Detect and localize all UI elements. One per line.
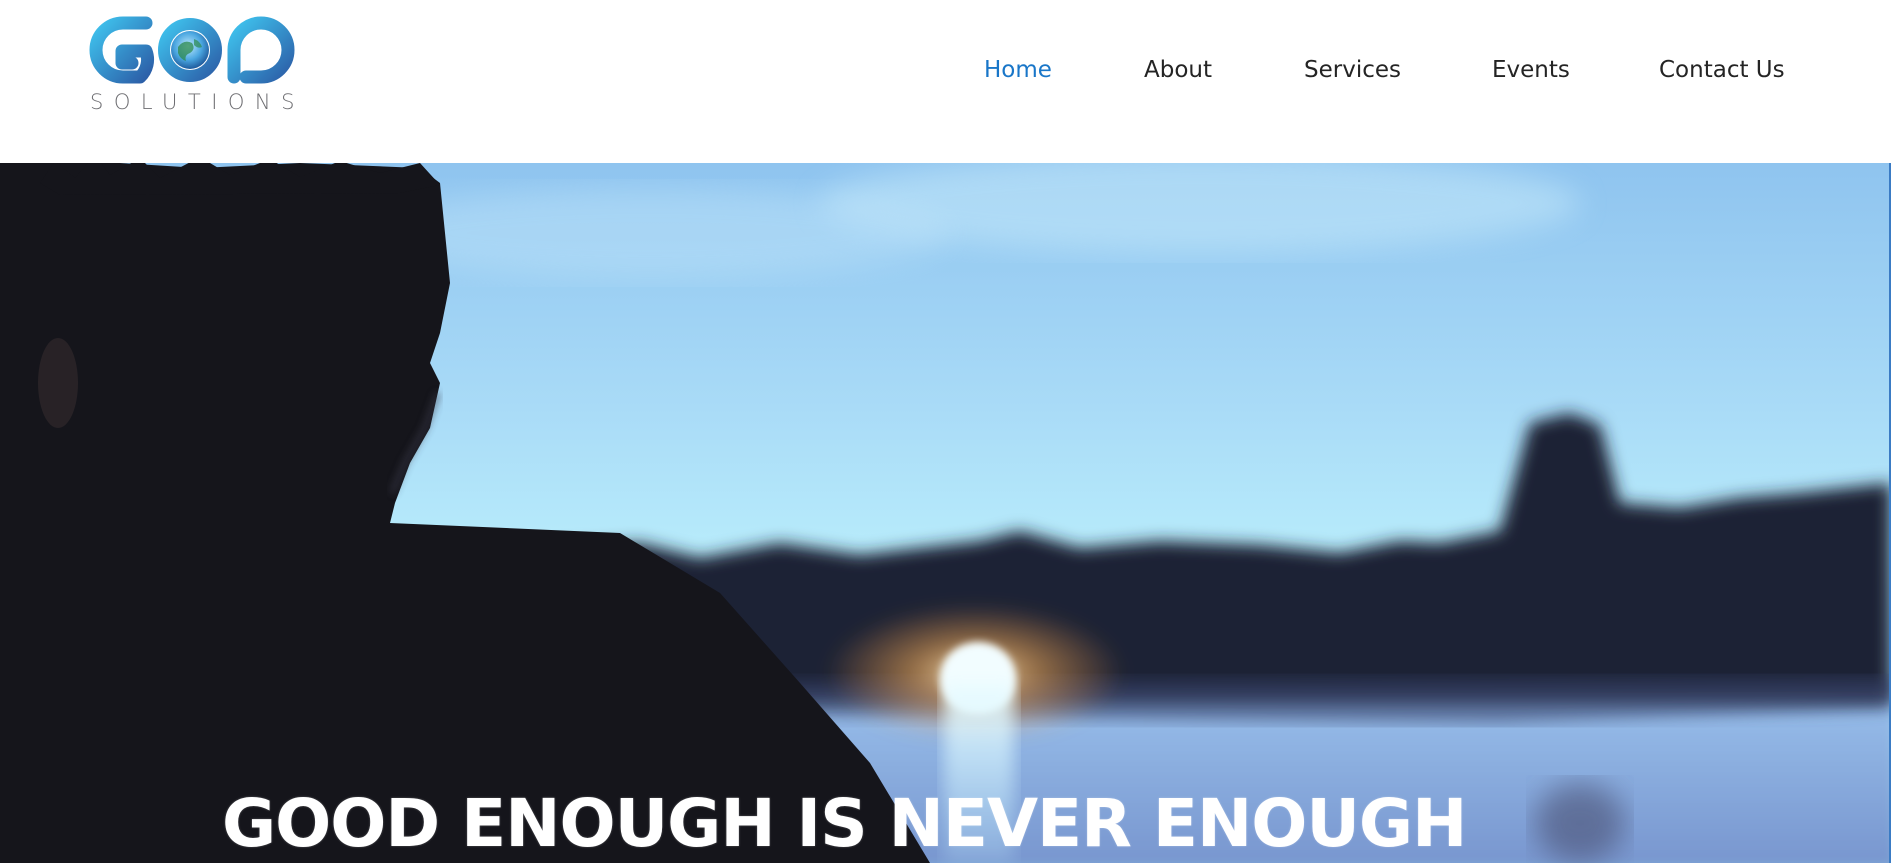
site-header: SOLUTIONS Home About Services Events Con… <box>0 0 1891 163</box>
nav-about[interactable]: About <box>1144 57 1212 83</box>
hero-banner: GOOD ENOUGH IS NEVER ENOUGH <box>0 163 1891 863</box>
nav-services[interactable]: Services <box>1304 57 1401 83</box>
nav-events[interactable]: Events <box>1492 57 1570 83</box>
nav-home[interactable]: Home <box>984 57 1052 83</box>
page: SOLUTIONS Home About Services Events Con… <box>0 0 1891 863</box>
hero-background-image <box>0 163 1891 863</box>
nav-contact-us[interactable]: Contact Us <box>1659 57 1785 83</box>
main-nav: Home About Services Events Contact Us <box>0 57 1891 97</box>
hero-headline: GOOD ENOUGH IS NEVER ENOUGH <box>222 785 1467 862</box>
